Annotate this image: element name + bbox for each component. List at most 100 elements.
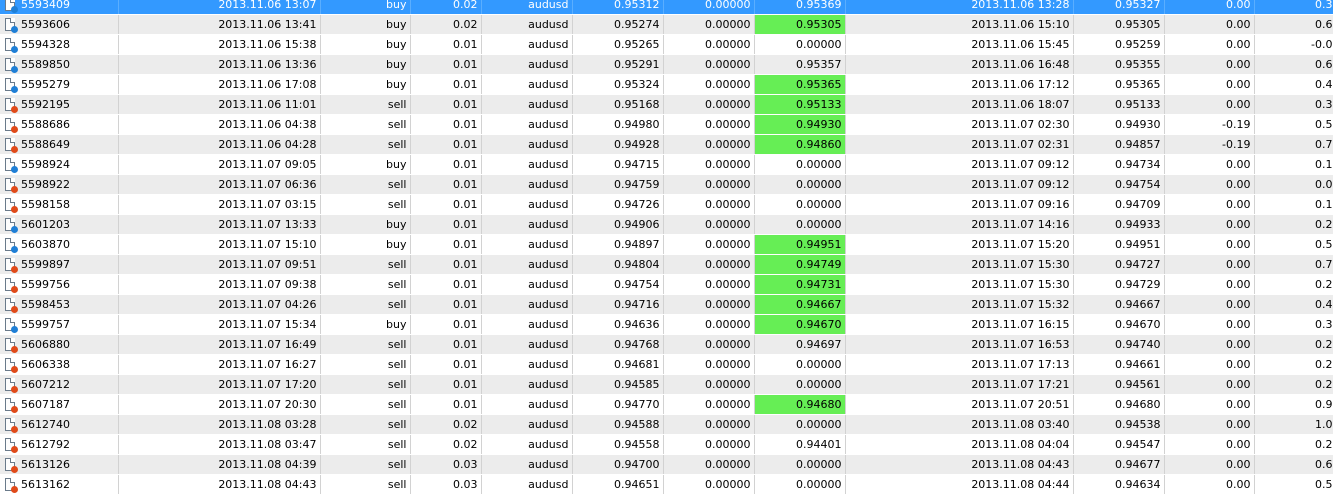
close-price-cell: 0.94677 [1073, 454, 1165, 475]
take-profit-cell: 0.94951 [754, 234, 846, 255]
type-cell: buy [320, 34, 411, 55]
close-price-cell: 0.95355 [1073, 54, 1165, 75]
table-row[interactable]: 5606338 2013.11.07 16:27 sell 0.01 audusd 0.9… [0, 354, 1333, 375]
table-row[interactable]: 5598922 2013.11.07 06:36 sell 0.01 audusd 0.9… [0, 174, 1333, 195]
symbol-cell: audusd [481, 454, 573, 475]
close-price-cell: 0.94667 [1073, 294, 1165, 315]
symbol-cell: audusd [481, 74, 573, 95]
ticket-wrapper: 5598158 [3, 195, 115, 214]
open-time-cell: 2013.11.07 15:10 [118, 234, 321, 255]
open-price-cell: 0.94897 [572, 234, 664, 255]
close-price-cell: 0.95305 [1073, 14, 1165, 35]
profit-cell: 0.24 [1254, 374, 1333, 395]
table-row[interactable]: 5601203 2013.11.07 13:33 buy 0.01 audusd 0.94… [0, 214, 1333, 235]
commission-cell: 0.00 [1164, 254, 1255, 275]
close-price-cell: 0.94709 [1073, 194, 1165, 215]
close-price-cell: 0.95327 [1073, 0, 1165, 15]
stop-loss-cell: 0.00000 [663, 354, 755, 375]
ticket-wrapper: 5599897 [3, 255, 115, 274]
close-price-cell: 0.94857 [1073, 134, 1165, 155]
open-time-cell: 2013.11.08 04:43 [118, 474, 321, 495]
order-history-rows: 5593409 2013.11.06 13:07 buy 0.02 audusd 0.95… [0, 0, 1333, 495]
table-row[interactable]: 5603870 2013.11.07 15:10 buy 0.01 audusd 0.94… [0, 234, 1333, 255]
profit-cell: 0.51 [1254, 474, 1333, 495]
commission-cell: 0.00 [1164, 434, 1255, 455]
ticket-cell: 5613126 [0, 454, 119, 475]
size-cell: 0.01 [410, 154, 482, 175]
type-cell: sell [320, 394, 411, 415]
open-price-cell: 0.95312 [572, 0, 664, 15]
close-time-cell: 2013.11.07 15:30 [845, 254, 1074, 275]
table-row[interactable]: 5606880 2013.11.07 16:49 sell 0.01 audusd 0.9… [0, 334, 1333, 355]
table-row[interactable]: 5598924 2013.11.07 09:05 buy 0.01 audusd 0.94… [0, 154, 1333, 175]
table-row[interactable]: 5595279 2013.11.06 17:08 buy 0.01 audusd 0.95… [0, 74, 1333, 95]
open-time-cell: 2013.11.06 15:38 [118, 34, 321, 55]
close-price-cell: 0.94729 [1073, 274, 1165, 295]
close-time-cell: 2013.11.08 04:44 [845, 474, 1074, 495]
table-row[interactable]: 5613162 2013.11.08 04:43 sell 0.03 audusd 0.9… [0, 474, 1333, 495]
open-time-cell: 2013.11.08 04:39 [118, 454, 321, 475]
profit-cell: -0.06 [1254, 34, 1333, 55]
close-time-cell: 2013.11.06 15:10 [845, 14, 1074, 35]
table-row[interactable]: 5607212 2013.11.07 17:20 sell 0.01 audusd 0.9… [0, 374, 1333, 395]
ticket-wrapper: 5592195 [3, 95, 115, 114]
sell-marker-icon [11, 146, 18, 153]
close-price-cell: 0.94661 [1073, 354, 1165, 375]
table-row[interactable]: 5612740 2013.11.08 03:28 sell 0.02 audusd 0.9… [0, 414, 1333, 435]
table-row[interactable]: 5598158 2013.11.07 03:15 sell 0.01 audusd 0.9… [0, 194, 1333, 215]
ticket-number: 5598924 [21, 158, 70, 171]
table-row[interactable]: 5599757 2013.11.07 15:34 buy 0.01 audusd 0.94… [0, 314, 1333, 335]
size-cell: 0.02 [410, 14, 482, 35]
table-row[interactable]: 5613126 2013.11.08 04:39 sell 0.03 audusd 0.9… [0, 454, 1333, 475]
take-profit-cell: 0.95365 [754, 74, 846, 95]
profit-cell: 0.54 [1254, 234, 1333, 255]
close-time-cell: 2013.11.07 02:31 [845, 134, 1074, 155]
symbol-cell: audusd [481, 414, 573, 435]
close-price-cell: 0.94930 [1073, 114, 1165, 135]
table-row[interactable]: 5599756 2013.11.07 09:38 sell 0.01 audusd 0.9… [0, 274, 1333, 295]
table-row[interactable]: 5599897 2013.11.07 09:51 sell 0.01 audusd 0.9… [0, 254, 1333, 275]
commission-cell: 0.00 [1164, 414, 1255, 435]
open-time-cell: 2013.11.06 11:01 [118, 94, 321, 115]
take-profit-cell: 0.00000 [754, 34, 846, 55]
sell-marker-icon [11, 106, 18, 113]
close-price-cell: 0.94734 [1073, 154, 1165, 175]
table-row[interactable]: 5594328 2013.11.06 15:38 buy 0.01 audusd 0.95… [0, 34, 1333, 55]
ticket-number: 5601203 [21, 218, 70, 231]
ticket-number: 5603870 [21, 238, 70, 251]
table-row[interactable]: 5592195 2013.11.06 11:01 sell 0.01 audusd 0.9… [0, 94, 1333, 115]
close-price-cell: 0.94754 [1073, 174, 1165, 195]
stop-loss-cell: 0.00000 [663, 214, 755, 235]
table-row[interactable]: 5589850 2013.11.06 13:36 buy 0.01 audusd 0.95… [0, 54, 1333, 75]
open-price-cell: 0.94636 [572, 314, 664, 335]
open-price-cell: 0.94651 [572, 474, 664, 495]
open-time-cell: 2013.11.06 13:41 [118, 14, 321, 35]
commission-cell: 0.00 [1164, 214, 1255, 235]
ticket-cell: 5589850 [0, 54, 119, 75]
take-profit-cell: 0.94930 [754, 114, 846, 135]
close-price-cell: 0.94547 [1073, 434, 1165, 455]
take-profit-cell: 0.00000 [754, 194, 846, 215]
take-profit-cell: 0.94697 [754, 334, 846, 355]
stop-loss-cell: 0.00000 [663, 74, 755, 95]
close-time-cell: 2013.11.07 14:16 [845, 214, 1074, 235]
type-cell: sell [320, 254, 411, 275]
table-row[interactable]: 5593606 2013.11.06 13:41 buy 0.02 audusd 0.95… [0, 14, 1333, 35]
sell-marker-icon [11, 406, 18, 413]
table-row[interactable]: 5593409 2013.11.06 13:07 buy 0.02 audusd 0.95… [0, 0, 1333, 15]
table-row[interactable]: 5598453 2013.11.07 04:26 sell 0.01 audusd 0.9… [0, 294, 1333, 315]
sell-order-icon [5, 438, 18, 453]
ticket-cell: 5599757 [0, 314, 119, 335]
table-row[interactable]: 5607187 2013.11.07 20:30 sell 0.01 audusd 0.9… [0, 394, 1333, 415]
buy-order-icon [5, 58, 18, 73]
table-row[interactable]: 5588686 2013.11.06 04:38 sell 0.01 audusd 0.9… [0, 114, 1333, 135]
table-row[interactable]: 5588649 2013.11.06 04:28 sell 0.01 audusd 0.9… [0, 134, 1333, 155]
symbol-cell: audusd [481, 174, 573, 195]
commission-cell: 0.00 [1164, 94, 1255, 115]
ticket-cell: 5613162 [0, 474, 119, 495]
close-time-cell: 2013.11.06 15:45 [845, 34, 1074, 55]
ticket-number: 5598453 [21, 298, 70, 311]
open-price-cell: 0.94716 [572, 294, 664, 315]
table-row[interactable]: 5612792 2013.11.08 03:47 sell 0.02 audusd 0.9… [0, 434, 1333, 455]
sell-order-icon [5, 278, 18, 293]
